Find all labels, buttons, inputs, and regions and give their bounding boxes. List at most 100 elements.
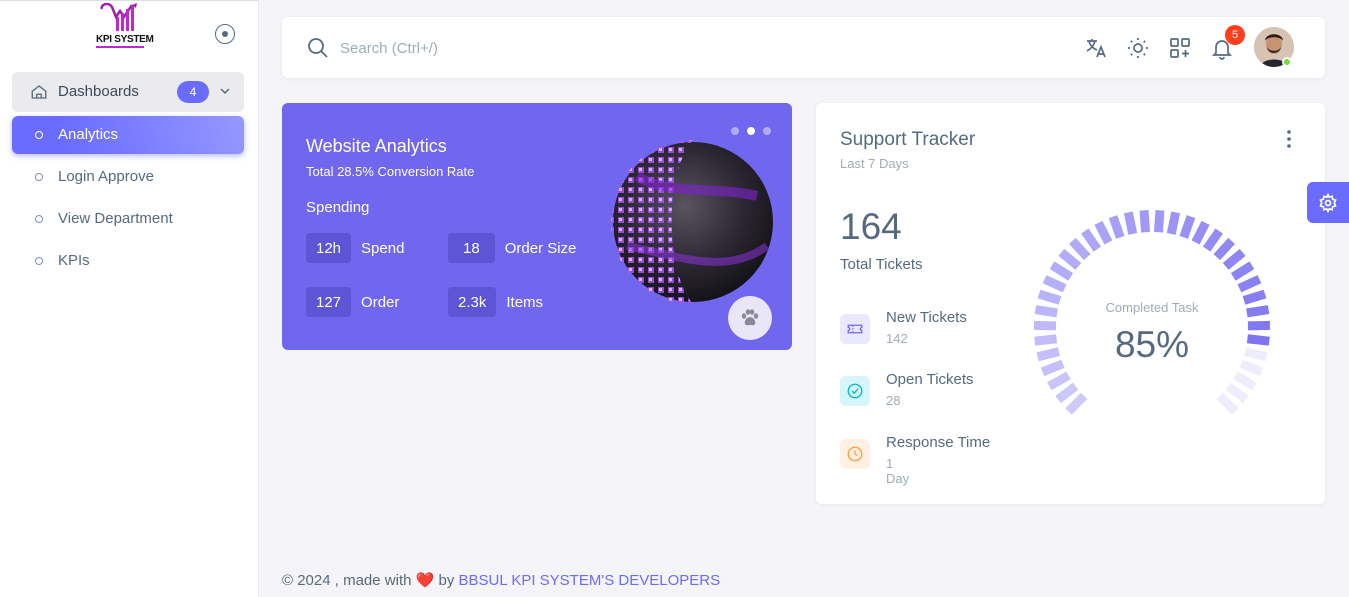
gauge-value: 85% bbox=[1115, 324, 1189, 365]
home-icon bbox=[31, 85, 47, 99]
total-tickets-label: Total Tickets bbox=[840, 256, 923, 273]
item-name: New Tickets bbox=[886, 309, 967, 326]
completed-task-gauge: Completed Task 85% bbox=[1033, 209, 1271, 415]
gauge-tick bbox=[1094, 220, 1113, 245]
carousel-dot[interactable] bbox=[763, 127, 771, 135]
sidebar-item-label: Analytics bbox=[58, 126, 119, 143]
bullet-icon bbox=[35, 257, 43, 265]
gauge-tick bbox=[1081, 228, 1102, 252]
card-title: Support Tracker bbox=[840, 129, 976, 150]
stat-value: 127 bbox=[306, 287, 352, 317]
sidebar-item-label: View Department bbox=[58, 210, 173, 227]
footer-text: © 2024 , made with bbox=[282, 572, 412, 589]
gauge-tick bbox=[1233, 371, 1257, 391]
gauge-tick bbox=[1246, 334, 1270, 346]
website-analytics-card: Website Analytics Total 28.5% Conversion… bbox=[282, 103, 792, 350]
gear-icon bbox=[1319, 192, 1337, 213]
ticket-icon bbox=[840, 314, 870, 344]
item-value: 28 bbox=[886, 393, 901, 408]
menu-toggle-icon[interactable] bbox=[215, 24, 235, 44]
3d-sphere-illustration bbox=[611, 140, 773, 304]
developers-link[interactable]: BBSUL KPI SYSTEM'S DEVELOPERS bbox=[459, 572, 721, 589]
notification-count-badge: 5 bbox=[1225, 25, 1245, 45]
logo-text: KPI SYSTEM bbox=[96, 34, 154, 45]
support-tracker-card: Support Tracker Last 7 Days 164 Total Ti… bbox=[816, 103, 1325, 504]
chevron-down-icon bbox=[220, 88, 230, 95]
stat-order: 127 Order bbox=[306, 287, 399, 317]
check-circle-icon bbox=[840, 376, 870, 406]
stat-value: 2.3k bbox=[448, 287, 497, 317]
apps-icon[interactable] bbox=[1168, 36, 1192, 60]
gauge-tick bbox=[1058, 248, 1082, 270]
gauge-tick bbox=[1047, 371, 1071, 391]
gauge-tick bbox=[1243, 347, 1268, 362]
stat-label: Items bbox=[506, 293, 544, 311]
total-tickets-value: 164 bbox=[840, 206, 902, 247]
item-name: Response Time bbox=[886, 434, 991, 451]
gauge-tick bbox=[1246, 305, 1270, 318]
top-navbar: 5 bbox=[282, 17, 1325, 78]
carousel-indicators bbox=[731, 127, 771, 135]
gauge-tick bbox=[1225, 382, 1249, 404]
dashboards-count-badge: 4 bbox=[177, 81, 209, 103]
sidebar-item-analytics[interactable]: Analytics bbox=[12, 116, 244, 154]
stat-order-size: 18 Order Size bbox=[448, 233, 576, 263]
bullet-icon bbox=[35, 131, 43, 139]
sidebar-item-dashboards[interactable]: Dashboards 4 bbox=[12, 72, 244, 112]
customizer-settings-button[interactable] bbox=[1307, 182, 1349, 223]
sidebar-item-label: Dashboards bbox=[58, 83, 139, 100]
stat-label: Order Size bbox=[504, 239, 577, 257]
gauge-tick bbox=[1242, 289, 1267, 305]
carousel-dot-active[interactable] bbox=[747, 127, 755, 135]
gauge-tick bbox=[1230, 261, 1255, 281]
sidebar-item-kpis[interactable]: KPIs bbox=[12, 242, 244, 280]
gauge-tick bbox=[1055, 382, 1079, 404]
more-options-icon[interactable] bbox=[1286, 129, 1292, 149]
gauge-tick bbox=[1239, 359, 1264, 377]
bullet-icon bbox=[35, 173, 43, 181]
stat-items: 2.3k Items bbox=[448, 287, 543, 317]
search-input[interactable] bbox=[340, 35, 740, 61]
sun-icon[interactable] bbox=[1126, 36, 1150, 60]
section-heading: Spending bbox=[306, 199, 370, 216]
gauge-tick bbox=[1202, 228, 1223, 252]
item-name: Open Tickets bbox=[886, 371, 974, 388]
footer: © 2024 , made with ❤️ by BBSUL KPI SYSTE… bbox=[282, 571, 720, 589]
gauge-tick bbox=[1108, 215, 1125, 239]
translate-icon[interactable] bbox=[1084, 36, 1108, 60]
search-icon[interactable] bbox=[306, 36, 330, 60]
sidebar-item-login-approve[interactable]: Login Approve bbox=[12, 158, 244, 196]
sidebar-item-view-department[interactable]: View Department bbox=[12, 200, 244, 238]
gauge-tick bbox=[1049, 261, 1074, 281]
gauge-tick bbox=[1213, 237, 1235, 261]
gauge-tick bbox=[1139, 209, 1151, 233]
stat-label: Order bbox=[361, 293, 400, 311]
stat-value: 18 bbox=[448, 233, 495, 263]
card-subtitle: Last 7 Days bbox=[840, 156, 909, 171]
gauge-tick bbox=[1222, 248, 1246, 270]
gauge-tick bbox=[1042, 275, 1067, 293]
carousel-dot[interactable] bbox=[731, 127, 739, 135]
sidebar-item-label: KPIs bbox=[58, 252, 90, 269]
gauge-tick bbox=[1069, 237, 1091, 261]
stat-value: 12h bbox=[306, 233, 352, 263]
item-value: 1 Day bbox=[886, 456, 910, 486]
online-status-dot bbox=[1282, 57, 1292, 67]
gauge-tick bbox=[1179, 215, 1196, 239]
bullet-icon bbox=[35, 215, 43, 223]
gauge-tick bbox=[1191, 220, 1210, 245]
card-subtitle: Total 28.5% Conversion Rate bbox=[306, 164, 475, 179]
gauge-tick bbox=[1065, 392, 1088, 415]
gauge-tick bbox=[1153, 209, 1165, 233]
clock-icon bbox=[840, 439, 870, 469]
gauge-tick bbox=[1040, 359, 1065, 377]
gauge-tick bbox=[1237, 275, 1262, 293]
stat-spend: 12h Spend bbox=[306, 233, 404, 263]
heart-icon: ❤️ bbox=[415, 572, 435, 589]
item-value: 142 bbox=[886, 331, 908, 346]
paw-icon[interactable] bbox=[728, 296, 772, 340]
gauge-tick bbox=[1123, 211, 1138, 235]
footer-by: by bbox=[438, 572, 455, 589]
gauge-label: Completed Task bbox=[1106, 300, 1199, 315]
gauge-tick bbox=[1037, 289, 1062, 305]
